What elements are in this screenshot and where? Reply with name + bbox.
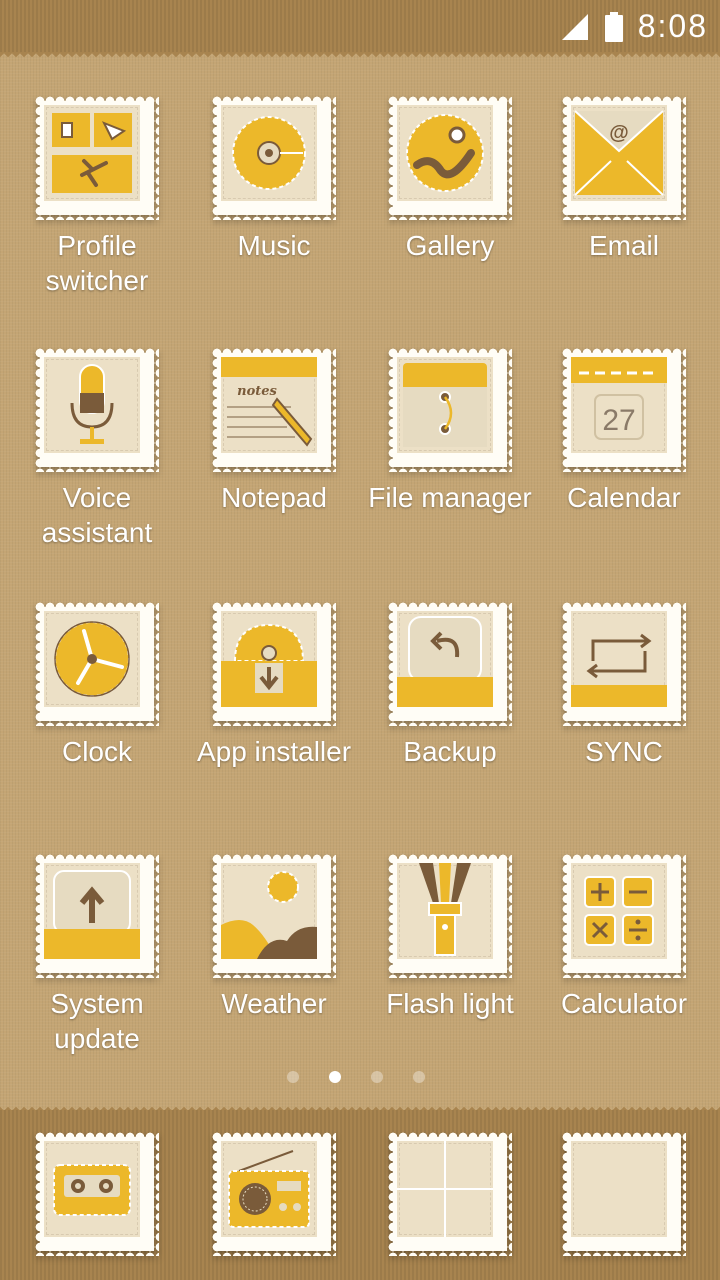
battery-icon	[604, 11, 623, 42]
page-dot-active[interactable]	[329, 1071, 341, 1083]
app-label: Clock	[61, 736, 132, 767]
svg-text:27: 27	[602, 404, 635, 437]
app-notepad[interactable]: notes Notepad	[186, 348, 362, 515]
weather-icon	[221, 863, 317, 959]
app-calculator[interactable]: Calculator	[536, 854, 712, 1021]
microphone-icon	[44, 357, 140, 453]
app-label: Email	[588, 230, 659, 261]
app-installer[interactable]: App installer	[186, 602, 362, 769]
app-music[interactable]: Music	[186, 96, 362, 263]
flashlight-icon	[397, 863, 493, 959]
dock-app-cassette[interactable]	[9, 1132, 185, 1256]
cassette-icon	[44, 1141, 140, 1237]
app-label: Backup	[403, 736, 497, 767]
grid-folder-icon	[397, 1141, 493, 1237]
dock-app-empty[interactable]	[536, 1132, 712, 1256]
app-label: Music	[237, 230, 311, 261]
app-backup[interactable]: Backup	[362, 602, 538, 769]
notepad-icon: notes	[221, 357, 317, 453]
email-icon: @	[571, 105, 667, 201]
app-email[interactable]: @ Email	[536, 96, 712, 263]
status-time: 8:08	[637, 8, 708, 44]
folder-icon	[397, 357, 493, 453]
app-label: Flash light	[386, 988, 514, 1019]
blank-stamp-icon	[571, 1141, 667, 1237]
backup-icon	[397, 611, 493, 707]
status-bar: 8:08	[0, 0, 720, 58]
svg-text:@: @	[609, 122, 629, 144]
app-flash-light[interactable]: Flash light	[362, 854, 538, 1021]
app-label: Weather	[221, 988, 327, 1019]
page-dot[interactable]	[287, 1071, 299, 1083]
signal-icon	[561, 13, 588, 40]
calculator-icon	[571, 863, 667, 959]
profile-switcher-icon	[44, 105, 140, 201]
dock-app-folder[interactable]	[362, 1132, 538, 1256]
app-calendar[interactable]: 27 Calendar	[536, 348, 712, 515]
app-label: System update	[50, 988, 144, 1054]
app-label: Voice assistant	[41, 482, 153, 548]
app-file-manager[interactable]: File manager	[362, 348, 538, 515]
dock-app-radio[interactable]	[186, 1132, 362, 1256]
calendar-icon: 27	[571, 357, 667, 453]
music-icon	[221, 105, 317, 201]
dock	[0, 1104, 720, 1280]
app-gallery[interactable]: Gallery	[362, 96, 538, 263]
system-update-icon	[44, 863, 140, 959]
app-profile-switcher[interactable]: Profile switcher	[9, 96, 185, 298]
app-label: File manager	[368, 482, 532, 513]
app-label: Profile switcher	[45, 230, 149, 296]
app-label: Calendar	[567, 482, 681, 513]
app-installer-icon	[221, 611, 317, 707]
clock-icon	[44, 611, 140, 707]
app-label: Gallery	[405, 230, 495, 261]
app-sync[interactable]: SYNC	[536, 602, 712, 769]
page-indicator[interactable]	[0, 1071, 716, 1083]
app-clock[interactable]: Clock	[9, 602, 185, 769]
page-dot[interactable]	[413, 1071, 425, 1083]
page-dot[interactable]	[371, 1071, 383, 1083]
app-label: App installer	[196, 736, 352, 767]
app-label: Notepad	[221, 482, 327, 513]
app-label: SYNC	[585, 736, 663, 767]
sync-icon	[571, 611, 667, 707]
app-label: Calculator	[560, 988, 688, 1019]
app-system-update[interactable]: System update	[9, 854, 185, 1056]
app-weather[interactable]: Weather	[186, 854, 362, 1021]
gallery-icon	[397, 105, 493, 201]
svg-text:notes: notes	[237, 384, 277, 399]
app-voice-assistant[interactable]: Voice assistant	[9, 348, 185, 550]
radio-icon	[221, 1141, 317, 1237]
